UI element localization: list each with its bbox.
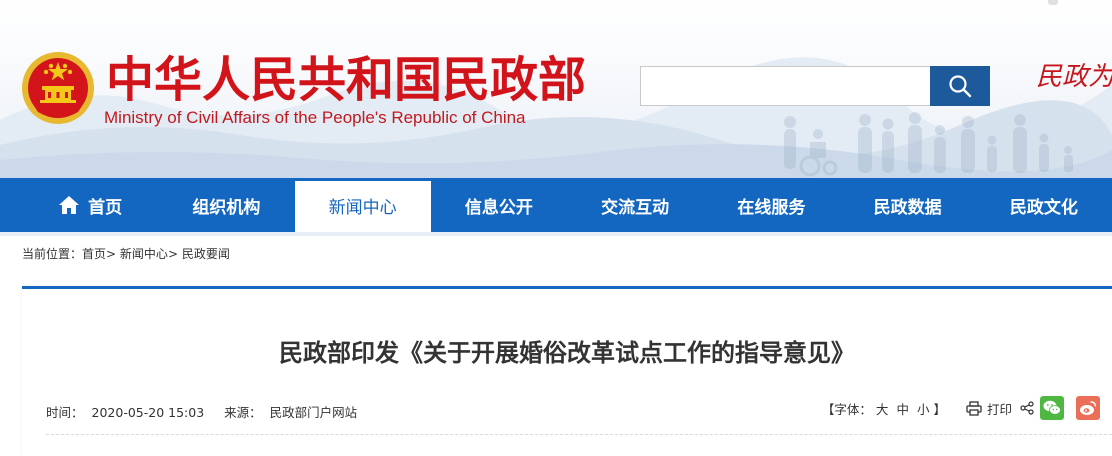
nav-item-label: 首页 [88,197,123,218]
source-label: 来源： [224,405,262,420]
article-tools: 【字体： 大中小】 打印 [822,395,1100,421]
main-nav: 首页 组织机构 新闻中心 信息公开 交流互动 在线服务 民政数据 民政文化 [0,178,1112,232]
article-meta: 时间： 2020-05-20 15:03 来源： 民政部门户网站 [46,402,373,421]
nav-item-info-disclosure[interactable]: 信息公开 [431,178,567,232]
nav-item-civil-data[interactable]: 民政数据 [840,178,976,232]
nav-item-label: 在线服务 [737,197,806,218]
article-source: 来源： 民政部门户网站 [224,405,365,420]
nav-item-interaction[interactable]: 交流互动 [567,178,703,232]
nav-item-label: 民政数据 [873,197,942,218]
search-input[interactable] [640,66,930,106]
wechat-icon [1043,400,1061,415]
nav-item-label: 新闻中心 [328,197,397,218]
weibo-share-button[interactable] [1076,396,1100,420]
breadcrumb-separator: > [106,247,117,261]
site-title-cn: 中华人民共和国民政部 [106,52,587,108]
breadcrumb: 当前位置：首页> 新闻中心> 民政要闻 [22,245,230,262]
breadcrumb-news-center[interactable]: 新闻中心 [120,247,168,261]
site-title-en: Ministry of Civil Affairs of the People'… [104,108,526,127]
nav-item-news-center[interactable]: 新闻中心 [294,178,432,232]
search-icon [949,75,972,98]
nav-item-civil-culture[interactable]: 民政文化 [976,178,1112,232]
nav-item-label: 组织机构 [192,197,261,218]
source-value: 民政部门户网站 [269,405,358,420]
nav-item-label: 交流互动 [601,197,670,218]
nav-item-home[interactable]: 首页 [22,178,158,232]
nav-divider [0,232,1112,236]
nav-item-label: 民政文化 [1009,197,1078,218]
article-panel: 民政部印发《关于开展婚俗改革试点工作的指导意见》 时间： 2020-05-20 1… [22,286,1112,456]
font-small-button[interactable]: 小 [917,402,930,417]
font-medium-button[interactable]: 中 [896,402,909,417]
weibo-icon [1080,401,1097,415]
breadcrumb-civil-news[interactable]: 民政要闻 [182,247,230,261]
printer-icon [966,400,982,416]
article-title: 民政部印发《关于开展婚俗改革试点工作的指导意见》 [279,339,855,367]
font-size-control: 【字体： 大中小】 [822,399,946,418]
breadcrumb-prefix: 当前位置： [22,247,83,261]
breadcrumb-separator: > [167,247,178,261]
site-header: 中华人民共和国民政部 Ministry of Civil Affairs of … [0,0,1112,178]
meta-divider [46,434,1112,435]
breadcrumb-home[interactable]: 首页 [82,247,106,261]
publish-time-value: 2020-05-20 15:03 [91,405,205,420]
wechat-share-button[interactable] [1040,396,1064,420]
nav-item-online-service[interactable]: 在线服务 [703,178,839,232]
share-icon [1020,401,1034,415]
font-size-label: 【字体： [821,401,872,417]
nav-item-organization[interactable]: 组织机构 [158,178,294,232]
people-silhouettes [784,112,1073,177]
national-emblem-icon [22,52,94,124]
font-large-button[interactable]: 大 [876,402,889,417]
publish-time-label: 时间： [46,405,84,420]
publish-time: 时间： 2020-05-20 15:03 [46,405,212,420]
home-icon [58,195,80,215]
header-slogan: 民政为 [1036,62,1112,92]
font-size-close: 】 [933,401,946,417]
search-button[interactable] [930,66,990,106]
nav-item-label: 信息公开 [464,197,533,218]
print-label: 打印 [986,401,1012,417]
print-button[interactable]: 打印 [966,399,1012,418]
